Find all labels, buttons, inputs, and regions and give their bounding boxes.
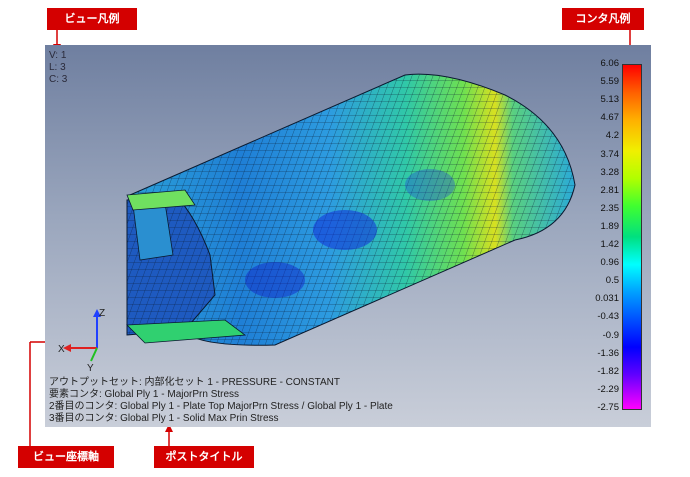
contour-legend-value: 0.96	[600, 257, 620, 269]
contour-legend-value: 6.06	[600, 58, 620, 69]
contour-legend-value: -1.82	[597, 365, 619, 377]
contour-legend-value: 4.67	[600, 112, 620, 124]
contour-legend-value: 0.031	[595, 293, 619, 305]
contour-legend-value: -0.43	[597, 311, 619, 323]
contour-legend-value: 3.28	[600, 166, 620, 178]
contour-legend-value: 4.2	[605, 130, 619, 142]
contour-legend-value: -0.9	[602, 329, 619, 341]
contour-legend-value: -1.36	[597, 347, 619, 359]
contour-legend-value: -2.29	[597, 383, 619, 395]
axis-y-label: Y	[87, 363, 94, 373]
callout-view-legend: ビュー凡例	[47, 8, 137, 30]
view-axes-triad: Z X Y	[58, 308, 105, 373]
callout-post-title: ポストタイトル	[154, 446, 254, 468]
contour-legend-value: 5.13	[600, 94, 620, 106]
contour-legend-value: 0.5	[605, 275, 619, 287]
callout-view-axes: ビュー座標軸	[18, 446, 114, 468]
contour-legend-value: 1.42	[600, 239, 620, 251]
contour-legend-value: 2.81	[600, 184, 620, 196]
fe-model[interactable]	[45, 45, 651, 427]
model-viewport[interactable]: V: 1 L: 3 C: 3 6.06 5.59 5.13 4.67 4.2 3…	[45, 45, 651, 427]
axis-z-label: Z	[99, 308, 105, 319]
contour-legend-value: 5.59	[600, 76, 620, 88]
contour-legend-value: -2.75	[597, 402, 619, 413]
contour-legend-value: 3.74	[600, 148, 620, 160]
contour-legend-value: 2.35	[600, 202, 620, 214]
callout-contour-legend: コンタ凡例	[562, 8, 644, 30]
post-title-line-4: 3番目のコンタ: Global Ply 1 - Solid Max Prin S…	[49, 413, 279, 424]
contour-color-bar	[622, 64, 642, 410]
contour-legend-value: 1.89	[600, 220, 620, 232]
axis-x-label: X	[58, 344, 65, 355]
